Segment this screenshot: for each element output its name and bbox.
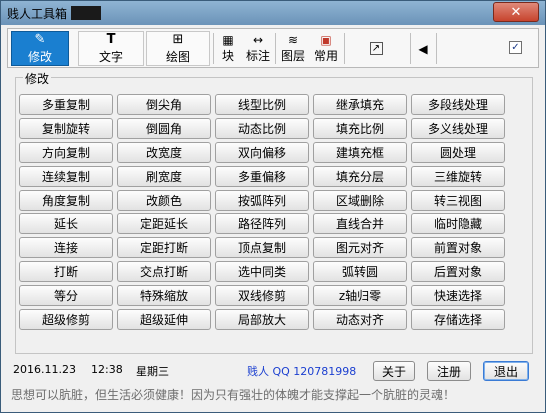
layers-icon: ≋ (287, 33, 299, 47)
toolbar-divider (213, 33, 214, 64)
toolbar-divider (344, 33, 345, 64)
register-button[interactable]: 注册 (427, 361, 471, 381)
toolbar-divider (410, 33, 411, 64)
command-button[interactable]: 倒圆角 (117, 117, 211, 139)
pin-checkbox[interactable]: ✓ (509, 41, 522, 54)
status-date: 2016.11.23 (13, 363, 76, 376)
command-button[interactable]: 存储选择 (411, 309, 505, 331)
window-title: 贱人工具箱 (7, 7, 68, 21)
command-button[interactable]: 打断 (19, 261, 113, 283)
status-weekday: 星期三 (136, 365, 169, 378)
toolbar-divider (436, 33, 437, 64)
command-button[interactable]: 等分 (19, 285, 113, 307)
command-button[interactable]: 定距打断 (117, 237, 211, 259)
dimension-label: 标注 (245, 49, 270, 63)
command-button[interactable]: 连接 (19, 237, 113, 259)
command-button[interactable]: 前置对象 (411, 237, 505, 259)
command-button[interactable]: 图元对齐 (313, 237, 407, 259)
exit-button[interactable]: 退出 (483, 361, 529, 381)
tab-label: 绘图 (165, 49, 190, 64)
command-button[interactable]: 顶点复制 (215, 237, 309, 259)
command-button[interactable]: 动态比例 (215, 117, 309, 139)
command-button[interactable]: 双向偏移 (215, 141, 309, 163)
tab-draw[interactable]: ⊞ 绘图 (146, 31, 210, 66)
command-button[interactable]: 角度复制 (19, 189, 113, 211)
command-button[interactable]: 路径阵列 (215, 213, 309, 235)
command-button[interactable]: 建填充框 (313, 141, 407, 163)
command-button[interactable]: 快速选择 (411, 285, 505, 307)
command-button[interactable]: z轴归零 (313, 285, 407, 307)
command-button[interactable]: 交点打断 (117, 261, 211, 283)
toolbar: ✎ 修改 T 文字 ⊞ 绘图 ▦ 块 ↔ 标注 ≋ 图层 ▣ 常用 ↗ ◀ ✓ (7, 28, 539, 68)
title-bar: 贱人工具箱 ✕ (1, 1, 545, 25)
tab-label: 文字 (98, 49, 123, 64)
command-button[interactable]: 改宽度 (117, 141, 211, 163)
command-button[interactable]: 后置对象 (411, 261, 505, 283)
command-button[interactable]: 多段线处理 (411, 94, 505, 115)
slogan-text: 思想可以肮脏，但生活必须健康！因为只有强壮的体魄才能支撑起一个肮脏的灵魂！ (11, 388, 456, 402)
main-window: 贱人工具箱 ✕ ✎ 修改 T 文字 ⊞ 绘图 ▦ 块 ↔ 标注 ≋ 图层 ▣ 常… (0, 0, 546, 413)
author-contact: 贱人 QQ 120781998 (247, 365, 357, 378)
command-button[interactable]: 填充比例 (313, 117, 407, 139)
common-icon: ▣ (320, 33, 332, 47)
command-button[interactable]: 选中同类 (215, 261, 309, 283)
block-icon: ▦ (222, 33, 234, 47)
command-button[interactable]: 特殊缩放 (117, 285, 211, 307)
dimension-button[interactable]: ↔ 标注 (244, 31, 272, 66)
scroll-left-button[interactable]: ◀ (413, 31, 433, 66)
status-time: 12:38 (91, 363, 123, 376)
command-button[interactable]: 超级修剪 (19, 309, 113, 331)
command-button[interactable]: 定距延长 (117, 213, 211, 235)
command-button[interactable]: 继承填充 (313, 94, 407, 115)
scroll-left-icon: ◀ (418, 41, 428, 56)
command-button[interactable]: 三维旋转 (411, 165, 505, 187)
block-label: 块 (221, 49, 234, 63)
toolbar-divider (275, 33, 276, 64)
command-button[interactable]: 改颜色 (117, 189, 211, 211)
text-icon: T (106, 31, 116, 47)
command-button[interactable]: 复制旋转 (19, 117, 113, 139)
command-button[interactable]: 转三视图 (411, 189, 505, 211)
draw-icon: ⊞ (172, 31, 184, 47)
group-label: 修改 (23, 70, 52, 87)
command-button[interactable]: 超级延伸 (117, 309, 211, 331)
layers-button[interactable]: ≋ 图层 (278, 31, 308, 66)
common-button[interactable]: ▣ 常用 (311, 31, 341, 66)
command-button[interactable]: 直线合并 (313, 213, 407, 235)
common-label: 常用 (313, 49, 338, 63)
command-button[interactable]: 倒尖角 (117, 94, 211, 115)
tab-modify[interactable]: ✎ 修改 (11, 31, 69, 66)
command-button[interactable]: 线型比例 (215, 94, 309, 115)
command-button[interactable]: 多重偏移 (215, 165, 309, 187)
tab-label: 修改 (27, 49, 52, 64)
command-button[interactable]: 圆处理 (411, 141, 505, 163)
command-button[interactable]: 延长 (19, 213, 113, 235)
command-button[interactable]: 局部放大 (215, 309, 309, 331)
tab-text[interactable]: T 文字 (78, 31, 144, 66)
command-button[interactable]: 刷宽度 (117, 165, 211, 187)
command-button[interactable]: 双线修剪 (215, 285, 309, 307)
command-button[interactable]: 多重复制 (19, 94, 113, 115)
command-button[interactable]: 按弧阵列 (215, 189, 309, 211)
command-button[interactable]: 临时隐藏 (411, 213, 505, 235)
command-button[interactable]: 多义线处理 (411, 117, 505, 139)
popout-button[interactable]: ↗ (366, 31, 386, 66)
command-button[interactable]: 区域删除 (313, 189, 407, 211)
command-button[interactable]: 弧转圆 (313, 261, 407, 283)
title-redacted-block (71, 6, 101, 20)
popout-icon: ↗ (369, 42, 383, 55)
layers-label: 图层 (280, 49, 305, 63)
close-icon: ✕ (510, 4, 522, 20)
command-button[interactable]: 连续复制 (19, 165, 113, 187)
command-grid: 多重复制 倒尖角 线型比例 继承填充 多段线处理复制旋转 倒圆角 动态比例 填充比例 多义线处理… (19, 94, 505, 331)
dimension-icon: ↔ (252, 33, 264, 47)
edit-icon: ✎ (34, 31, 46, 47)
about-button[interactable]: 关于 (373, 361, 415, 381)
close-button[interactable]: ✕ (493, 2, 539, 22)
command-button[interactable]: 方向复制 (19, 141, 113, 163)
block-button[interactable]: ▦ 块 (216, 31, 240, 66)
command-button[interactable]: 填充分层 (313, 165, 407, 187)
command-button[interactable]: 动态对齐 (313, 309, 407, 331)
